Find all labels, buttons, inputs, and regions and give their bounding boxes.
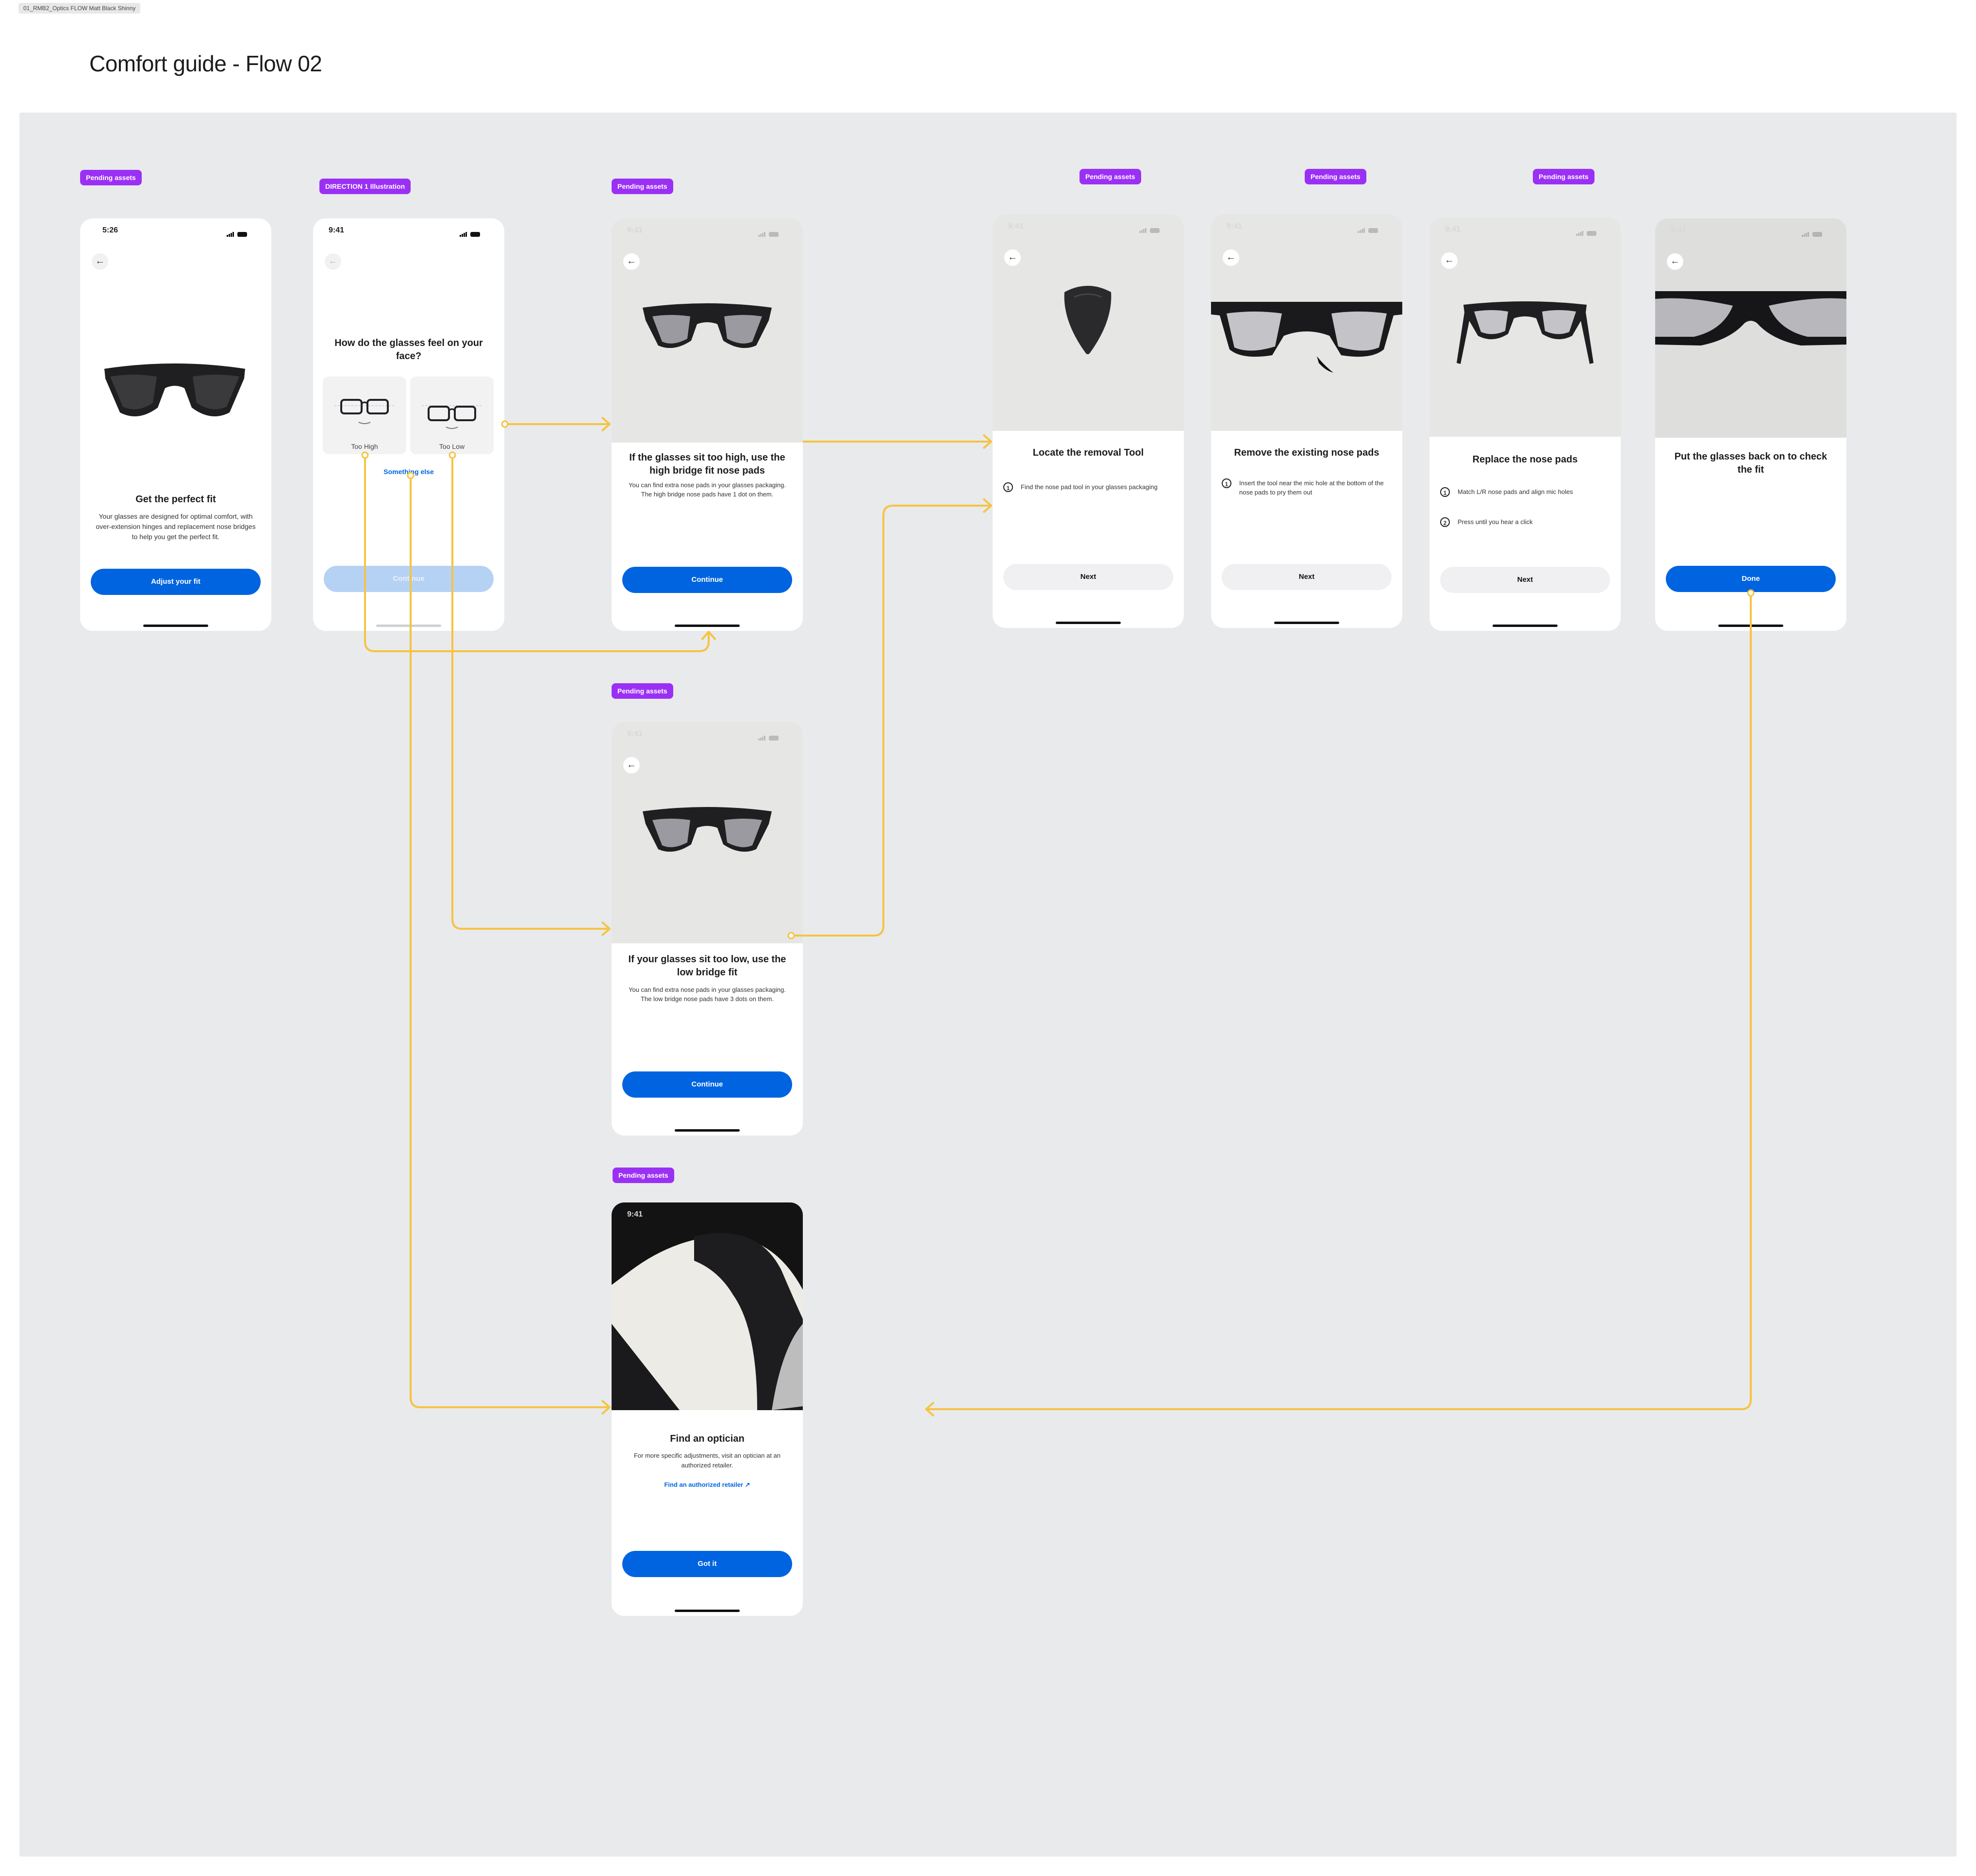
connector-done-to-optician <box>926 593 1752 1410</box>
connector-too-low-to-low-bridge <box>451 455 610 930</box>
connector-low-bridge-to-removal-tool <box>791 505 991 937</box>
connector-too-high-to-high-bridge <box>364 455 710 652</box>
connector-something-else-to-optician <box>410 476 610 1408</box>
flow-connectors <box>361 416 1755 1417</box>
